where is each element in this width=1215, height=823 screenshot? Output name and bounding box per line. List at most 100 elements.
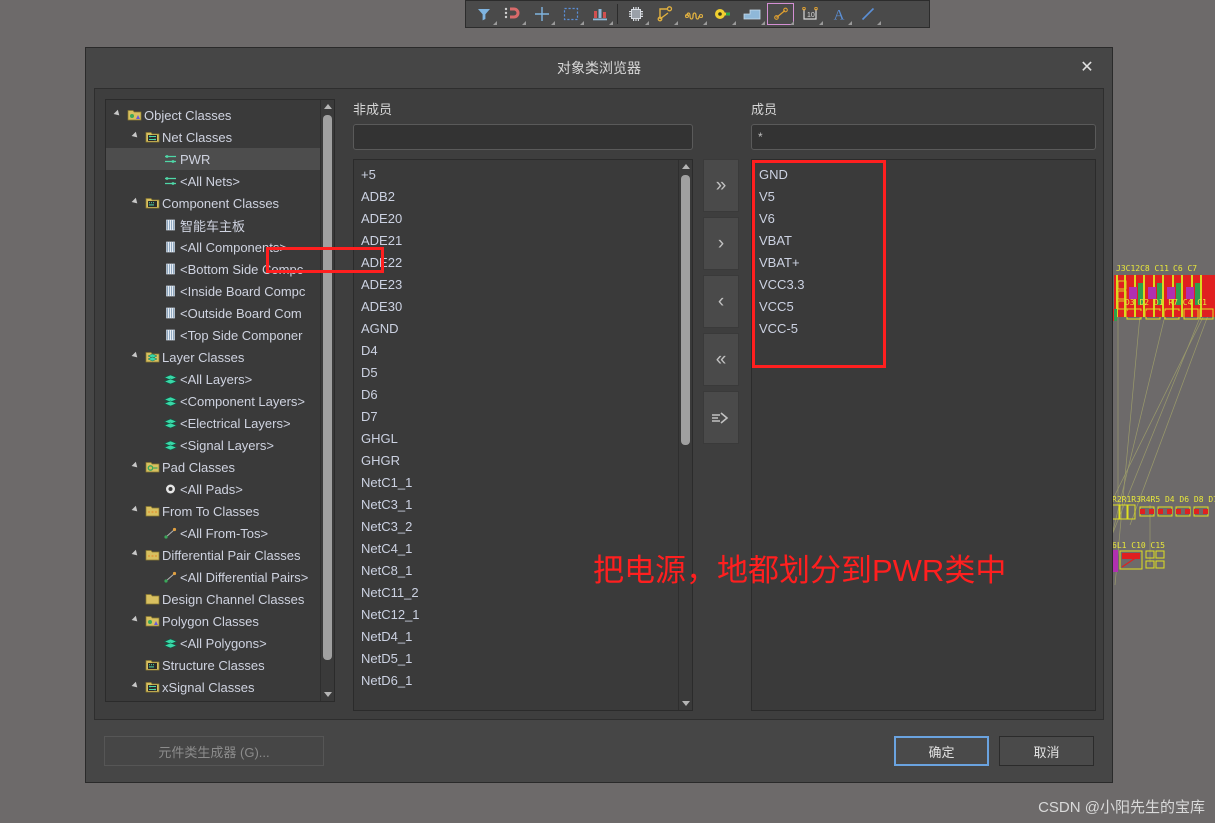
list-item[interactable]: VCC3.3: [752, 274, 1095, 296]
list-item[interactable]: ADB2: [354, 186, 678, 208]
text-icon[interactable]: A: [824, 2, 853, 26]
nonmembers-listbox[interactable]: +5 ADB2 ADE20 ADE21 ADE22 ADE23 ADE30 AGND D4 D5 D…: [353, 159, 693, 711]
tree-scroll-down-icon[interactable]: [321, 688, 334, 701]
magnet-icon[interactable]: [498, 2, 527, 26]
tree-expander-icon[interactable]: [128, 134, 142, 140]
selection-rect-icon[interactable]: [556, 2, 585, 26]
tree-scroll-up-icon[interactable]: [321, 100, 334, 113]
tree-node-componentlayers[interactable]: <Component Layers>: [106, 390, 320, 412]
tree-scroll-thumb[interactable]: [323, 115, 332, 660]
list-item[interactable]: VCC-5: [752, 318, 1095, 340]
tree-node-pwr[interactable]: PWR: [106, 148, 320, 170]
list-item[interactable]: AGND: [354, 318, 678, 340]
list-item[interactable]: GHGR: [354, 450, 678, 472]
tree-node-insideboardcompc[interactable]: <Inside Board Compc: [106, 280, 320, 302]
tree-node-allcomponents[interactable]: <All Components>: [106, 236, 320, 258]
tree-node-structureclasses[interactable]: Structure Classes: [106, 654, 320, 676]
tree-expander-icon[interactable]: [128, 552, 142, 558]
tree-expander-icon[interactable]: [128, 464, 142, 470]
board-planning-icon[interactable]: [585, 2, 614, 26]
create-class-button[interactable]: [703, 391, 739, 444]
members-listbox[interactable]: GND V5 V6 VBAT VBAT+ VCC3.3 VCC5 VCC-5: [751, 159, 1096, 711]
move-all-left-button[interactable]: «: [703, 333, 739, 386]
list-item[interactable]: NetD6_1: [354, 670, 678, 692]
tree-scrollbar[interactable]: [320, 100, 334, 701]
tree-node-allpads[interactable]: <All Pads>: [106, 478, 320, 500]
list-item[interactable]: D7: [354, 406, 678, 428]
list-item[interactable]: NetC8_1: [354, 560, 678, 582]
list-item[interactable]: VBAT: [752, 230, 1095, 252]
list-item[interactable]: GND: [752, 164, 1095, 186]
members-filter-input[interactable]: *: [751, 124, 1096, 150]
tree-expander-icon[interactable]: [128, 684, 142, 690]
tree-node-allnets[interactable]: <All Nets>: [106, 170, 320, 192]
list-item[interactable]: NetC3_1: [354, 494, 678, 516]
list-item[interactable]: ADE21: [354, 230, 678, 252]
tree-node-xsignalclasses[interactable]: xSignal Classes: [106, 676, 320, 698]
tree-node-layerclasses[interactable]: Layer Classes: [106, 346, 320, 368]
tree-node-bottomsidecompc[interactable]: <Bottom Side Compc: [106, 258, 320, 280]
list-item[interactable]: GHGL: [354, 428, 678, 450]
pcb-board-preview[interactable]: J3C12C8 C11 C6 C7 D3 D2 D1 R7 C4 C1 R2R1…: [1110, 205, 1215, 605]
polygon-pour-icon[interactable]: [737, 2, 766, 26]
tree-node-objectclasses[interactable]: Object Classes: [106, 104, 320, 126]
tree-expander-icon[interactable]: [128, 508, 142, 514]
list-item[interactable]: NetD5_1: [354, 648, 678, 670]
crosshair-icon[interactable]: [527, 2, 556, 26]
list-item[interactable]: V5: [752, 186, 1095, 208]
ruler-icon[interactable]: 10: [795, 2, 824, 26]
tree-node-polygonclasses[interactable]: Polygon Classes: [106, 610, 320, 632]
tree-expander-icon[interactable]: [110, 112, 124, 118]
line-icon[interactable]: [853, 2, 882, 26]
list-item[interactable]: NetC1_1: [354, 472, 678, 494]
move-left-button[interactable]: ‹: [703, 275, 739, 328]
tree-node-outsideboardcom[interactable]: <Outside Board Com: [106, 302, 320, 324]
via-icon[interactable]: [708, 2, 737, 26]
tree-node-allpolygons[interactable]: <All Polygons>: [106, 632, 320, 654]
list-item[interactable]: D5: [354, 362, 678, 384]
list-item[interactable]: NetC3_2: [354, 516, 678, 538]
list-item[interactable]: VBAT+: [752, 252, 1095, 274]
tree-node-componentclasses[interactable]: Component Classes: [106, 192, 320, 214]
tree-expander-icon[interactable]: [128, 618, 142, 624]
close-icon[interactable]: ✕: [1074, 56, 1100, 80]
list-item[interactable]: NetC12_1: [354, 604, 678, 626]
dimension-icon[interactable]: [766, 2, 795, 26]
component-class-generator-button[interactable]: 元件类生成器 (G)...: [104, 736, 324, 766]
list-item[interactable]: V6: [752, 208, 1095, 230]
list-item[interactable]: NetC11_2: [354, 582, 678, 604]
tree-node-智能车主板[interactable]: 智能车主板: [106, 214, 320, 236]
squiggle-icon[interactable]: [679, 2, 708, 26]
tree-node-differentialpairclasses[interactable]: Differential Pair Classes: [106, 544, 320, 566]
list-item[interactable]: D4: [354, 340, 678, 362]
list-item[interactable]: ADE20: [354, 208, 678, 230]
tree-node-designchannelclasses[interactable]: Design Channel Classes: [106, 588, 320, 610]
tree-node-fromtoclasses[interactable]: From To Classes: [106, 500, 320, 522]
tree-node-alldifferentialpairs[interactable]: <All Differential Pairs>: [106, 566, 320, 588]
component-chip-icon[interactable]: [621, 2, 650, 26]
tree-expander-icon[interactable]: [128, 354, 142, 360]
list-item[interactable]: D6: [354, 384, 678, 406]
nonmembers-scroll-up-icon[interactable]: [679, 160, 692, 173]
nonmembers-scrollbar[interactable]: [678, 160, 692, 710]
tree-expander-icon[interactable]: [128, 200, 142, 206]
tree-node-electricallayers[interactable]: <Electrical Layers>: [106, 412, 320, 434]
list-item[interactable]: NetC4_1: [354, 538, 678, 560]
list-item[interactable]: +5: [354, 164, 678, 186]
filter-icon[interactable]: [469, 2, 498, 26]
ok-button[interactable]: 确定: [894, 736, 989, 766]
cancel-button[interactable]: 取消: [999, 736, 1094, 766]
move-right-button[interactable]: ›: [703, 217, 739, 270]
move-all-right-button[interactable]: »: [703, 159, 739, 212]
members-list[interactable]: GND V5 V6 VBAT VBAT+ VCC3.3 VCC5 VCC-5: [752, 160, 1095, 710]
tree-node-topsidecomponer[interactable]: <Top Side Componer: [106, 324, 320, 346]
pcb-toolbar[interactable]: 10 A: [465, 0, 930, 28]
list-item[interactable]: NetD4_1: [354, 626, 678, 648]
tree-node-allfrom-tos[interactable]: <All From-Tos>: [106, 522, 320, 544]
list-item[interactable]: VCC5: [752, 296, 1095, 318]
tree-node-netclasses[interactable]: Net Classes: [106, 126, 320, 148]
object-classes-tree[interactable]: Object Classes Net Classes PWR <All Nets> Co…: [105, 99, 384, 702]
list-item[interactable]: ADE22: [354, 252, 678, 274]
tree-scroll-track[interactable]: [321, 113, 334, 688]
tree-node-padclasses[interactable]: Pad Classes: [106, 456, 320, 478]
